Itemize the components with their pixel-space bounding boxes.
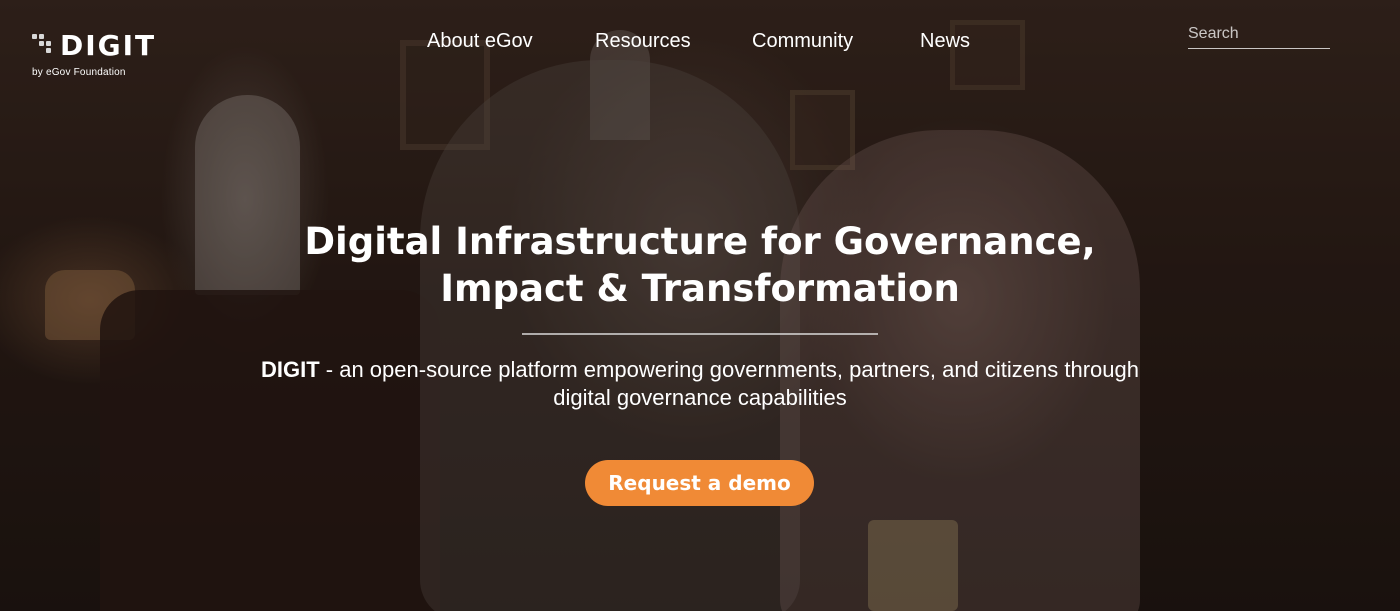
hero-subtitle: DIGIT - an open-source platform empoweri… [250, 356, 1150, 412]
hero-headline: Digital Infrastructure for Governance, I… [250, 218, 1150, 312]
request-demo-button[interactable]: Request a demo [585, 460, 814, 506]
nav-item-about-egov[interactable]: About eGov [427, 30, 533, 53]
search-box [1188, 22, 1330, 49]
hero-headline-line1: Digital Infrastructure for Governance, [304, 220, 1096, 263]
subtitle-text: - an open-source platform empowering gov… [319, 357, 1139, 410]
logo-tagline: by eGov Foundation [32, 67, 126, 78]
headline-divider [522, 333, 878, 335]
search-input[interactable] [1188, 22, 1330, 46]
nav-item-news[interactable]: News [920, 30, 970, 53]
subtitle-brand: DIGIT [261, 357, 320, 382]
nav-item-resources[interactable]: Resources [595, 30, 691, 53]
hero-headline-line2: Impact & Transformation [440, 267, 960, 310]
nav-item-community[interactable]: Community [752, 30, 853, 53]
